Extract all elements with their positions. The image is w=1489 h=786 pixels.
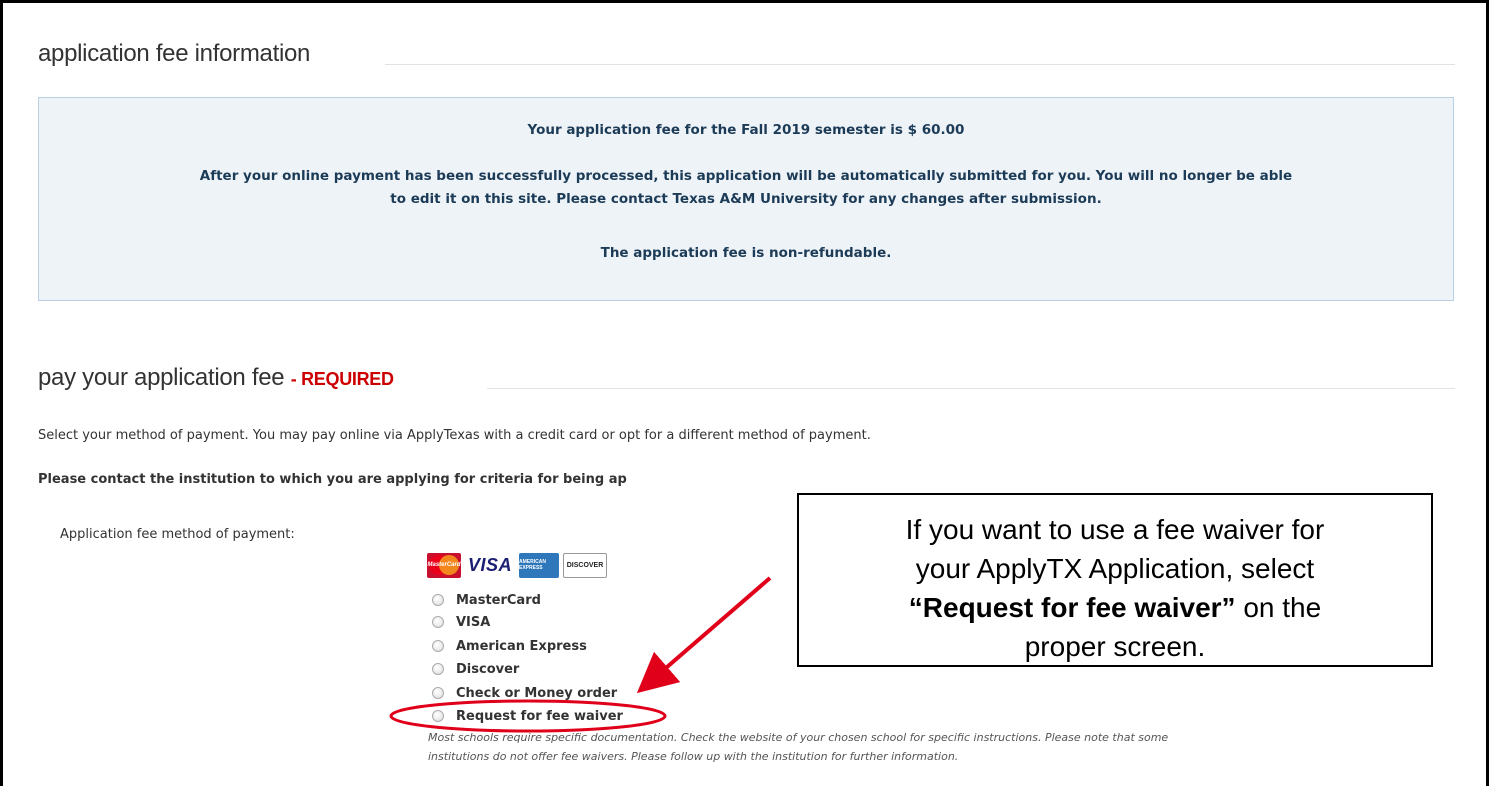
required-label: - REQUIRED: [290, 369, 394, 389]
radio-american-express[interactable]: American Express: [432, 636, 587, 656]
radio-button[interactable]: [432, 640, 444, 652]
fee-info-box: Your application fee for the Fall 2019 s…: [38, 97, 1454, 301]
discover-logo: DISCOVER: [563, 552, 607, 578]
callout-line-4: proper screen.: [1024, 631, 1206, 662]
contact-institution-note: Please contact the institution to which …: [38, 472, 627, 487]
card-logos: MasterCard VISA AMERICAN EXPRESS DISCOVE…: [427, 552, 607, 578]
callout-emphasis: “Request for fee waiver”: [908, 592, 1236, 623]
payment-method-label: Application fee method of payment:: [60, 527, 295, 542]
radio-mastercard[interactable]: MasterCard: [432, 590, 541, 610]
callout-line-1: If you want to use a fee waiver for: [905, 514, 1325, 545]
radio-label: Request for fee waiver: [456, 708, 623, 724]
radio-discover[interactable]: Discover: [432, 659, 519, 679]
radio-visa[interactable]: VISA: [432, 612, 490, 632]
radio-label: VISA: [456, 614, 491, 630]
fee-info-divider: [385, 64, 1455, 65]
radio-label: Discover: [456, 661, 520, 677]
radio-button[interactable]: [432, 616, 444, 628]
radio-button[interactable]: [432, 663, 444, 675]
radio-fee-waiver[interactable]: Request for fee waiver: [432, 706, 623, 726]
submission-text-1: After your online payment has been succe…: [199, 168, 1293, 184]
radio-label: American Express: [456, 638, 587, 654]
payment-instructions: Select your method of payment. You may p…: [38, 428, 871, 443]
callout-line-3: “Request for fee waiver” on the: [799, 588, 1431, 627]
callout-line-2: your ApplyTX Application, select: [915, 553, 1315, 584]
radio-button[interactable]: [432, 594, 444, 606]
radio-label: MasterCard: [456, 592, 541, 608]
mastercard-logo: MasterCard: [427, 552, 461, 578]
fee-waiver-note: Most schools require specific documentat…: [428, 728, 1308, 766]
fee-waiver-note-line-1: Most schools require specific documentat…: [428, 731, 1169, 744]
pay-fee-title: pay your application fee: [38, 364, 285, 391]
amex-logo: AMERICAN EXPRESS: [519, 552, 559, 578]
pay-fee-divider: [487, 388, 1455, 389]
non-refundable-text: The application fee is non-refundable.: [600, 245, 892, 261]
pay-fee-heading: pay your application fee - REQUIRED: [38, 364, 394, 392]
fee-waiver-note-line-2: institutions do not offer fee waivers. P…: [428, 750, 959, 763]
radio-button[interactable]: [432, 710, 444, 722]
callout-line-3-rest: on the: [1235, 592, 1322, 623]
radio-check-money-order[interactable]: Check or Money order: [432, 683, 617, 703]
fee-amount-text: Your application fee for the Fall 2019 s…: [527, 122, 965, 138]
fee-info-heading: application fee information: [38, 40, 311, 67]
radio-label: Check or Money order: [456, 685, 618, 701]
submission-text-2: to edit it on this site. Please contact …: [390, 191, 1102, 207]
visa-logo: VISA: [467, 554, 512, 575]
annotation-callout: If you want to use a fee waiver for your…: [797, 493, 1433, 667]
radio-button[interactable]: [432, 687, 444, 699]
